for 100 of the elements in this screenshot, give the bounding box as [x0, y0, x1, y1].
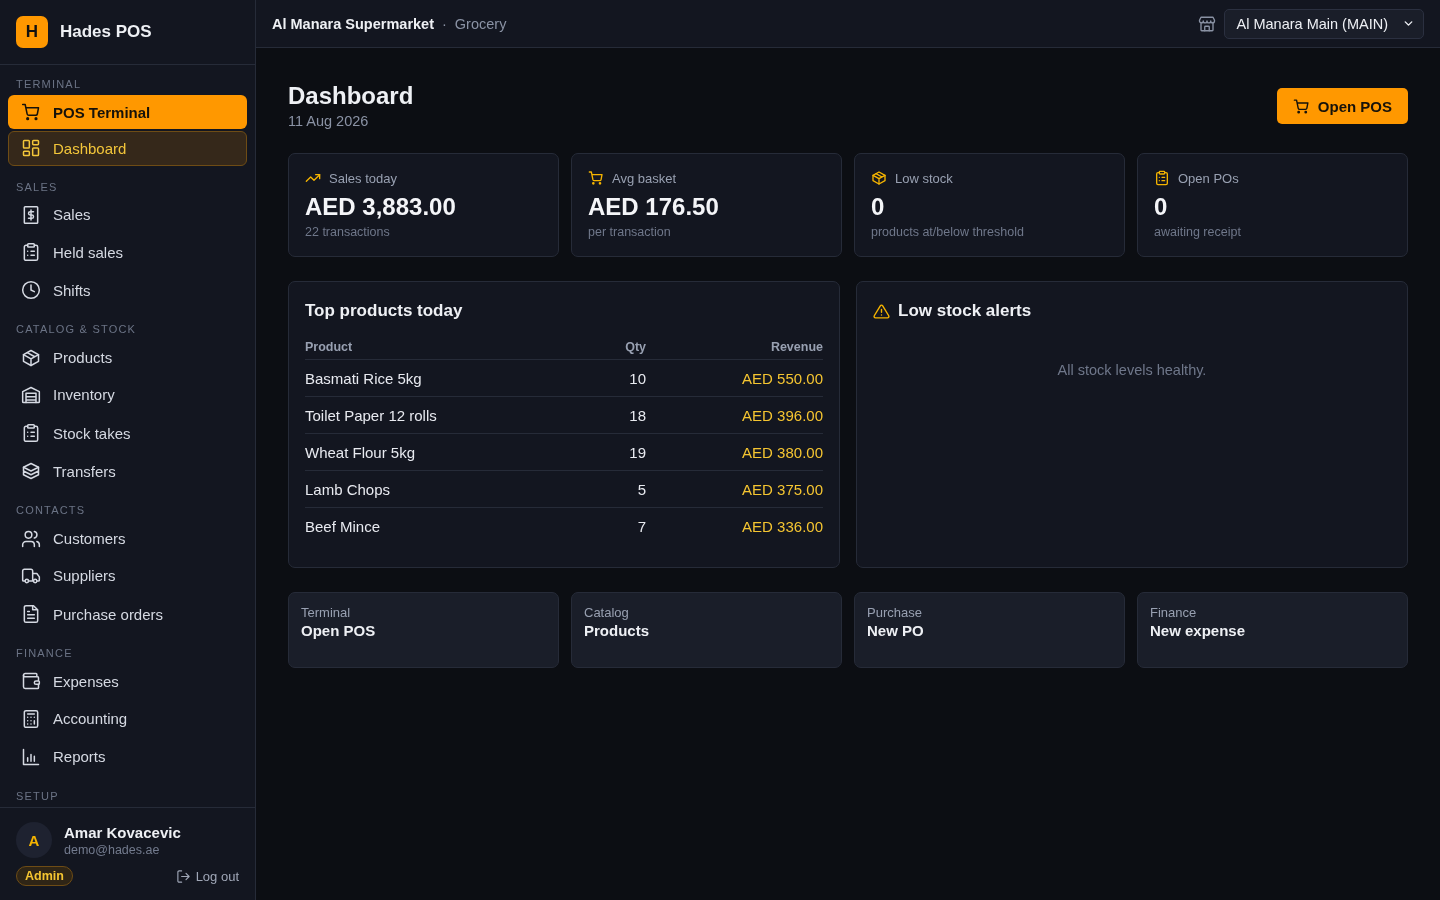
sidebar-item[interactable]: Suppliers	[8, 557, 247, 595]
store-category: Grocery	[454, 15, 507, 32]
user-email: demo@hades.ae	[64, 842, 161, 857]
bar-chart-icon	[21, 746, 41, 767]
table-cell-text: AED 336.00	[741, 518, 823, 535]
clipboard-icon	[21, 242, 41, 263]
table-cell-text: 10	[628, 369, 646, 387]
column-header: Revenue	[769, 340, 823, 354]
panel-title: Low stock alerts	[898, 300, 1032, 322]
people-icon	[21, 528, 41, 549]
stat-label: Avg basket	[612, 170, 677, 186]
cart-icon	[1292, 97, 1310, 115]
quick-link-category: Purchase	[867, 605, 923, 620]
sidebar-item[interactable]: Customers	[8, 521, 247, 556]
sidebar-item[interactable]: Held sales	[8, 234, 247, 271]
receipt-icon	[21, 204, 41, 225]
stat-note: products at/below threshold	[871, 225, 1025, 239]
quick-link-label: Products	[584, 622, 650, 639]
stat-value: 0	[871, 192, 886, 222]
user-name: Amar Kovacevic	[64, 823, 181, 841]
quick-link-label: New expense	[1150, 622, 1247, 639]
archive-icon	[21, 384, 41, 405]
sidebar-item[interactable]: Inventory	[8, 376, 247, 413]
section-heading: SETUP	[15, 789, 60, 804]
table-cell-text: Toilet Paper 12 rolls	[305, 406, 438, 424]
stat-label: Low stock	[895, 170, 953, 186]
sidebar-item[interactable]: Sales	[8, 197, 247, 232]
clipboard-icon	[21, 423, 41, 444]
page-title: Dashboard	[288, 82, 414, 110]
sidebar-item[interactable]: Accounting	[8, 700, 247, 737]
column-header: Product	[305, 340, 354, 354]
store-icon	[1197, 14, 1216, 33]
stat-note: per transaction	[588, 225, 672, 239]
cart-icon	[588, 170, 604, 186]
quick-link-category: Finance	[1150, 605, 1198, 620]
open-pos-button[interactable]: Open POS	[1276, 88, 1408, 124]
quick-link-card[interactable]: Catalog Products	[571, 592, 842, 668]
sidebar-item[interactable]: Products	[8, 340, 247, 375]
sidebar-item[interactable]: Stock takes	[8, 415, 247, 452]
quick-link-card[interactable]: Terminal Open POS	[288, 592, 559, 668]
panel-title: Top products today	[305, 300, 464, 322]
sidebar-item[interactable]: Transfers	[8, 453, 247, 490]
quick-link-label: New PO	[867, 622, 925, 639]
sidebar-item[interactable]: POS Terminal	[8, 95, 247, 130]
cart-icon	[21, 102, 41, 123]
boxes-icon	[21, 461, 41, 482]
stat-label: Open POs	[1178, 170, 1239, 186]
box-icon	[21, 347, 41, 368]
table-cell-text: AED 375.00	[741, 480, 823, 498]
section-heading: TERMINAL	[15, 77, 83, 91]
stat-value: AED 3,883.00	[305, 192, 457, 222]
calculator-icon	[21, 708, 41, 729]
quick-link-category: Catalog	[584, 605, 630, 620]
empty-message: All stock levels healthy.	[1056, 362, 1208, 378]
table-cell-text: Basmati Rice 5kg	[305, 369, 423, 387]
section-heading: CATALOG & STOCK	[15, 322, 138, 337]
section-heading: FINANCE	[15, 646, 74, 661]
role-badge: Admin	[16, 866, 73, 886]
logout-icon	[175, 868, 191, 884]
user-avatar: A	[16, 822, 52, 858]
stat-note: 22 transactions	[305, 225, 391, 239]
column-header: Qty	[624, 340, 646, 354]
app-name: Hades POS	[60, 22, 152, 42]
grid-icon	[21, 138, 41, 159]
table-cell-text: AED 396.00	[741, 406, 823, 424]
sidebar-item[interactable]: Dashboard	[8, 131, 247, 166]
section-heading: SALES	[15, 179, 59, 194]
sidebar-item[interactable]: Shifts	[8, 272, 247, 309]
stat-value: AED 176.50	[588, 192, 720, 222]
company-name: Al Manara Supermarket	[272, 15, 434, 32]
stat-note: awaiting receipt	[1154, 225, 1242, 239]
branch-dropdown[interactable]: Al Manara Main (MAIN)	[1223, 8, 1424, 39]
quick-link-card[interactable]: Purchase New PO	[854, 592, 1125, 668]
sidebar-item[interactable]: Purchase orders	[8, 596, 247, 633]
quick-link-label: Open POS	[301, 622, 377, 639]
box-icon	[871, 170, 887, 186]
table-cell-text: 5	[636, 480, 646, 498]
quick-link-category: Terminal	[301, 605, 352, 620]
sidebar-item[interactable]: Reports	[8, 738, 247, 776]
table-cell-text: Wheat Flour 5kg	[305, 443, 417, 461]
logo-badge: H	[16, 16, 48, 48]
section-heading: CONTACTS	[15, 503, 87, 518]
table-cell-text: AED 380.00	[741, 443, 823, 461]
logout-link[interactable]: Log out	[175, 868, 239, 884]
table-cell-text: 19	[628, 443, 646, 461]
warning-icon	[873, 302, 890, 320]
sidebar-item[interactable]: Expenses	[8, 664, 247, 699]
table-cell-text: Lamb Chops	[305, 480, 392, 498]
table-cell-text: Beef Mince	[305, 518, 382, 535]
stat-label: Sales today	[329, 170, 397, 186]
table-cell-text: 7	[636, 518, 646, 535]
quick-link-card[interactable]: Finance New expense	[1137, 592, 1408, 668]
page-date: 11 Aug 2026	[288, 113, 370, 129]
stat-value: 0	[1154, 192, 1169, 222]
wallet-icon	[21, 671, 41, 692]
table-cell-text: 18	[628, 406, 646, 424]
clipboard-icon	[1154, 170, 1170, 186]
separator-dot: ·	[442, 15, 447, 32]
table-cell-text: AED 550.00	[741, 369, 823, 387]
document-icon	[21, 604, 41, 625]
